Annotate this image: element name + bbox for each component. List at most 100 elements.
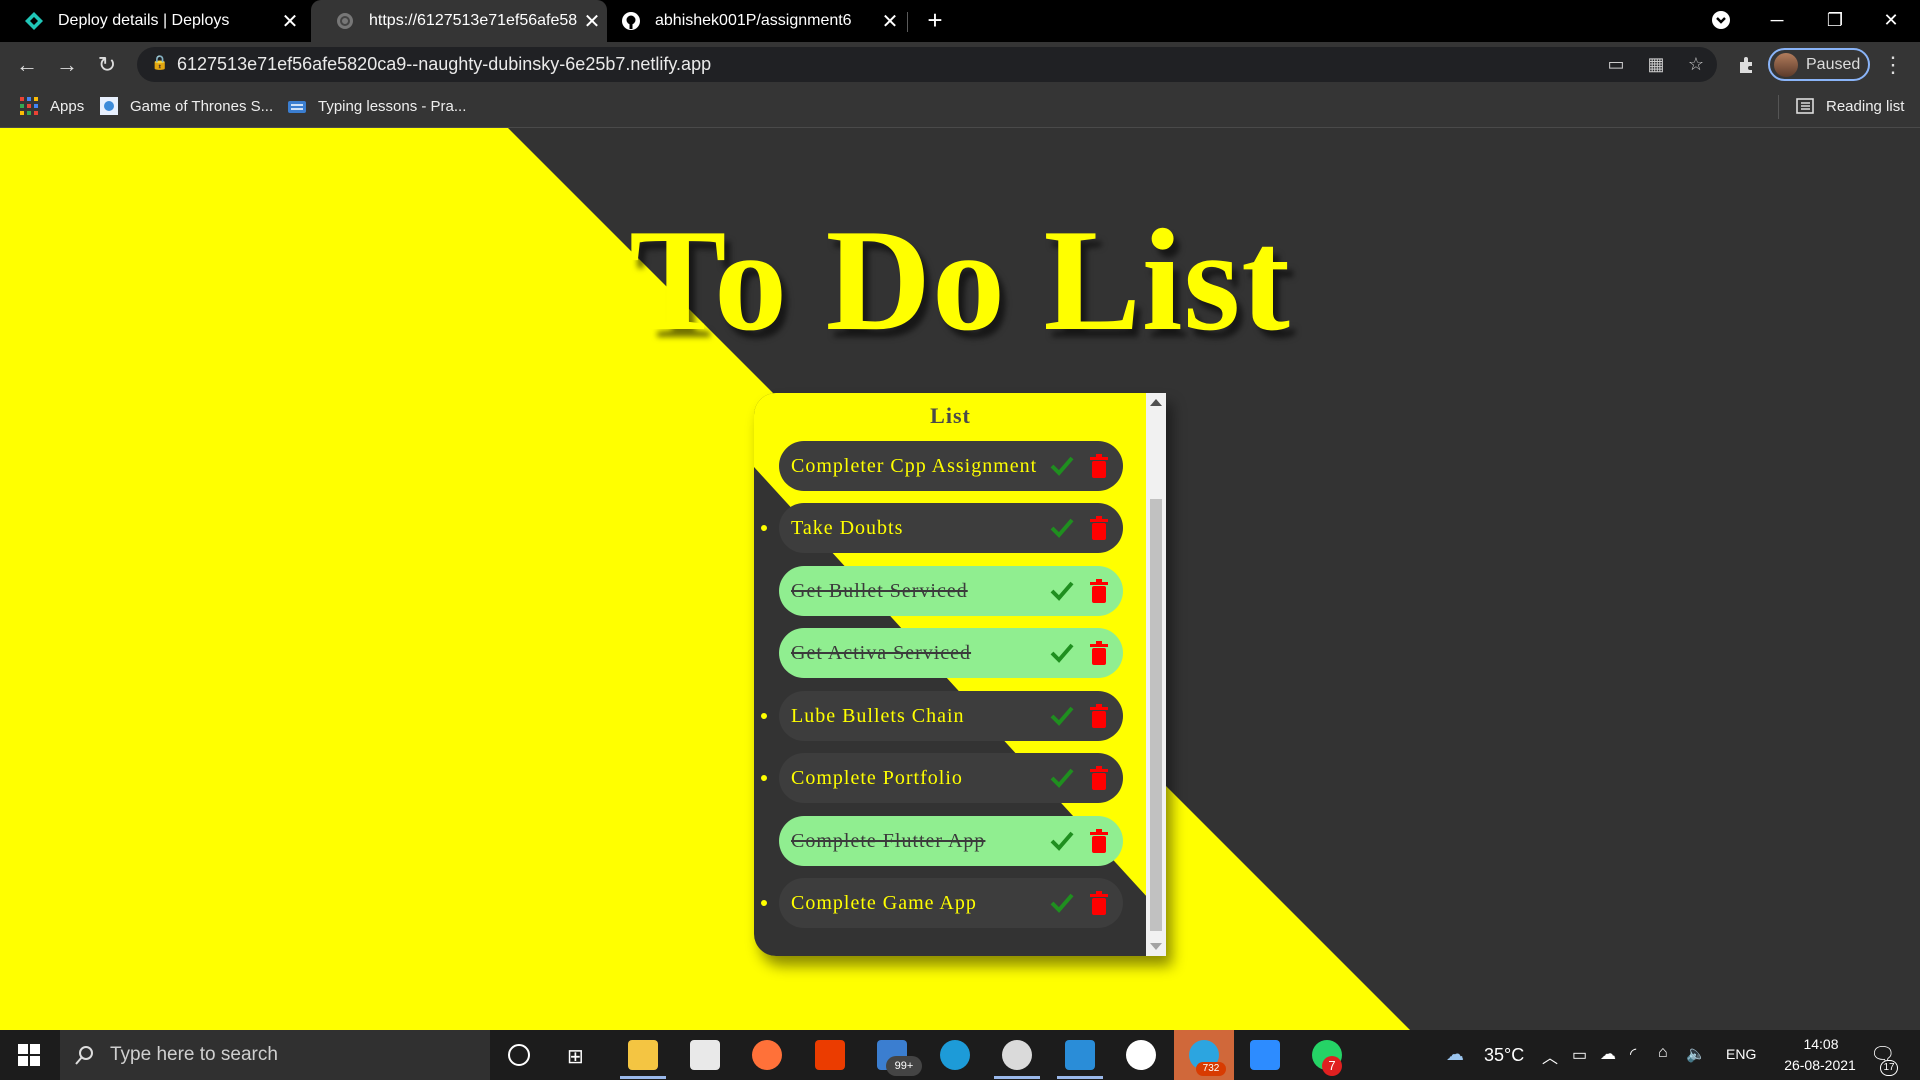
- lock-icon[interactable]: 🔒: [149, 54, 171, 76]
- office-icon[interactable]: [815, 1040, 845, 1070]
- language-indicator[interactable]: ENG: [1726, 1046, 1756, 1062]
- todo-text: Get Activa Serviced: [791, 641, 972, 664]
- vscode-icon[interactable]: [1065, 1040, 1095, 1070]
- todo-item: Lube Bullets Chain: [779, 691, 1123, 741]
- tab-title: Deploy details | Deploys: [58, 12, 230, 29]
- url-text[interactable]: 6127513e71ef56afe5820ca9--naughty-dubins…: [177, 54, 711, 75]
- todo-item: Get Bullet Serviced: [779, 566, 1123, 616]
- file-explorer-icon[interactable]: [628, 1040, 658, 1070]
- list-title: List: [930, 403, 971, 428]
- taskbar-search-input[interactable]: Type here to search: [60, 1030, 490, 1080]
- scroll-up-arrow[interactable]: [1150, 399, 1162, 406]
- todo-list-panel: List Completer Cpp Assignment Take Doubt…: [754, 393, 1166, 956]
- windows-start-icon[interactable]: [18, 1044, 40, 1071]
- minimize-button[interactable]: ─: [1752, 0, 1802, 40]
- notification-badge: 17: [1880, 1060, 1898, 1076]
- scroll-thumb[interactable]: [1150, 499, 1162, 931]
- check-icon[interactable]: [1049, 515, 1075, 541]
- forward-button[interactable]: →: [52, 50, 82, 80]
- taskbar: Type here to search ⊞ 99+ 732 7 ☁ 35°C ︿…: [0, 1030, 1920, 1080]
- todo-text: Complete Portfolio: [791, 766, 963, 789]
- close-icon[interactable]: ✕: [577, 9, 607, 34]
- tab-divider: [907, 12, 908, 32]
- bookmark-favicon: [100, 97, 118, 115]
- todo-item: Completer Cpp Assignment: [779, 441, 1123, 491]
- clock-date[interactable]: 26-08-2021: [1770, 1057, 1870, 1073]
- check-icon[interactable]: [1049, 828, 1075, 854]
- temperature[interactable]: 35°C: [1484, 1045, 1524, 1066]
- edge-icon[interactable]: [940, 1040, 970, 1070]
- check-icon[interactable]: [1049, 578, 1075, 604]
- slack-icon[interactable]: [1126, 1040, 1156, 1070]
- zoom-icon[interactable]: [1250, 1040, 1280, 1070]
- tab-search-button[interactable]: [1696, 0, 1746, 40]
- todo-item: Complete Portfolio: [779, 753, 1123, 803]
- close-window-button[interactable]: ✕: [1866, 0, 1916, 40]
- list-bullet: [761, 775, 767, 781]
- reading-list-button[interactable]: Reading list: [1796, 97, 1904, 115]
- tab-title: https://6127513e71ef56afe5820c: [369, 12, 577, 29]
- trash-icon[interactable]: [1089, 454, 1109, 478]
- globe-icon: [335, 11, 355, 31]
- trash-icon[interactable]: [1089, 641, 1109, 665]
- chrome-icon[interactable]: [1002, 1040, 1032, 1070]
- check-icon[interactable]: [1049, 765, 1075, 791]
- bookmark-game-of-thrones[interactable]: Game of Thrones S...: [100, 97, 273, 115]
- weather-cloud-icon[interactable]: ☁: [1446, 1044, 1464, 1065]
- chevron-up-icon[interactable]: ︿: [1542, 1044, 1558, 1068]
- reading-list-icon: [1796, 98, 1814, 114]
- list-scrollbar[interactable]: [1146, 393, 1166, 956]
- bookmark-typing-lessons[interactable]: Typing lessons - Pra...: [288, 97, 466, 115]
- network-icon[interactable]: ⌂: [1658, 1044, 1668, 1062]
- trash-icon[interactable]: [1089, 516, 1109, 540]
- task-view-icon[interactable]: ⊞: [567, 1044, 584, 1069]
- running-indicator: [994, 1076, 1040, 1079]
- todo-text: Complete Flutter App: [791, 829, 986, 852]
- check-icon[interactable]: [1049, 703, 1075, 729]
- menu-kebab-icon[interactable]: ⋮: [1878, 50, 1908, 80]
- wifi-icon[interactable]: ◜: [1630, 1044, 1636, 1064]
- check-icon[interactable]: [1049, 890, 1075, 916]
- trash-icon[interactable]: [1089, 829, 1109, 853]
- close-icon[interactable]: ✕: [275, 9, 305, 34]
- bookmark-star-icon[interactable]: ☆: [1685, 54, 1707, 76]
- qr-code-icon[interactable]: ▦: [1645, 54, 1667, 76]
- onedrive-icon[interactable]: ☁: [1600, 1044, 1616, 1064]
- bookmark-favicon: [288, 101, 306, 113]
- trash-icon[interactable]: [1089, 766, 1109, 790]
- scroll-down-arrow[interactable]: [1150, 943, 1162, 950]
- tab-deploy-details[interactable]: Deploy details | Deploys ✕: [0, 0, 305, 42]
- new-tab-button[interactable]: +: [910, 0, 960, 40]
- cast-icon[interactable]: ▭: [1605, 54, 1627, 76]
- back-button[interactable]: ←: [12, 50, 42, 80]
- firefox-icon[interactable]: [752, 1040, 782, 1070]
- volume-icon[interactable]: 🔈: [1686, 1044, 1706, 1064]
- reading-list-label: Reading list: [1826, 97, 1905, 115]
- profile-button[interactable]: Paused: [1768, 48, 1870, 81]
- cortana-icon[interactable]: [508, 1044, 530, 1066]
- microsoft-store-icon[interactable]: [690, 1040, 720, 1070]
- reload-button[interactable]: ↻: [92, 50, 122, 80]
- bookmark-label: Typing lessons - Pra...: [318, 97, 467, 115]
- restore-button[interactable]: ❐: [1810, 0, 1860, 40]
- apps-grid-icon: [20, 97, 38, 115]
- address-bar[interactable]: 🔒 6127513e71ef56afe5820ca9--naughty-dubi…: [137, 47, 1717, 82]
- bookmark-label: Game of Thrones S...: [130, 97, 274, 115]
- check-icon[interactable]: [1049, 640, 1075, 666]
- divider: [1778, 95, 1779, 119]
- tab-todo-app[interactable]: https://6127513e71ef56afe5820c ✕: [311, 0, 607, 42]
- bookmarks-bar: Apps Game of Thrones S... Typing lessons…: [0, 87, 1920, 128]
- trash-icon[interactable]: [1089, 704, 1109, 728]
- bookmark-apps[interactable]: Apps: [20, 97, 84, 115]
- check-icon[interactable]: [1049, 453, 1075, 479]
- close-icon[interactable]: ✕: [875, 9, 905, 34]
- clock-time[interactable]: 14:08: [1786, 1036, 1856, 1052]
- trash-icon[interactable]: [1089, 579, 1109, 603]
- extensions-icon[interactable]: [1732, 50, 1762, 80]
- trash-icon[interactable]: [1089, 891, 1109, 915]
- battery-icon[interactable]: ▭: [1572, 1045, 1587, 1065]
- tab-github[interactable]: abhishek001P/assignment6 ✕: [609, 0, 905, 42]
- todo-text: Lube Bullets Chain: [791, 704, 965, 727]
- netlify-icon: [24, 11, 44, 31]
- todo-text: Get Bullet Serviced: [791, 579, 968, 602]
